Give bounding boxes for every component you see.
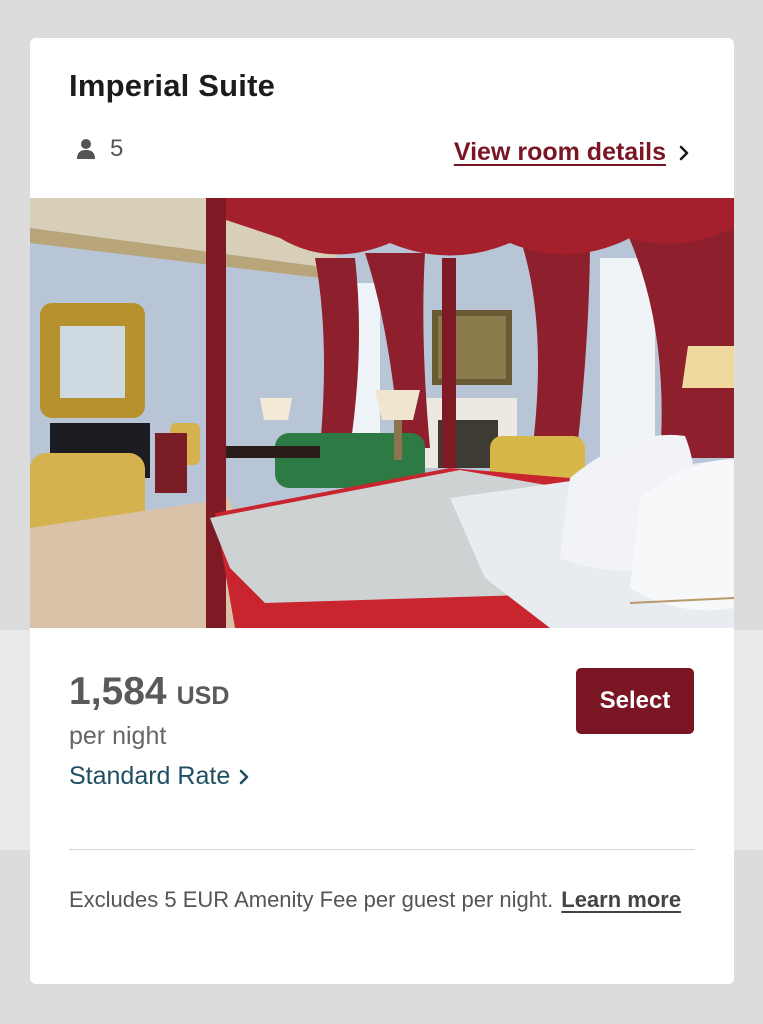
chevron-right-icon: [238, 768, 250, 786]
view-room-details-link[interactable]: View room details: [454, 138, 690, 167]
occupancy-count: 5: [110, 135, 124, 162]
hotel-room-photo-icon: [30, 198, 734, 628]
price-amount: 1,584: [69, 670, 167, 713]
room-photo[interactable]: [30, 198, 734, 628]
chevron-right-icon: [678, 144, 690, 162]
fee-notice-text: Excludes 5 EUR Amenity Fee per guest per…: [69, 887, 554, 912]
person-icon: [77, 139, 95, 159]
select-button[interactable]: Select: [576, 668, 694, 734]
room-title: Imperial Suite: [69, 68, 276, 103]
amenity-fee-notice: Excludes 5 EUR Amenity Fee per guest per…: [69, 884, 699, 915]
price-display: 1,584 USD: [69, 670, 229, 714]
occupancy-info: 5: [76, 135, 123, 163]
price-currency: USD: [176, 682, 230, 710]
learn-more-link[interactable]: Learn more: [561, 887, 681, 912]
view-room-details-label: View room details: [453, 138, 666, 166]
divider: [69, 849, 695, 850]
standard-rate-link[interactable]: Standard Rate: [69, 762, 250, 791]
price-unit: per night: [69, 722, 167, 750]
room-card: Imperial Suite 5 View room details 1,584…: [30, 38, 734, 984]
rate-name: Standard Rate: [69, 762, 231, 790]
